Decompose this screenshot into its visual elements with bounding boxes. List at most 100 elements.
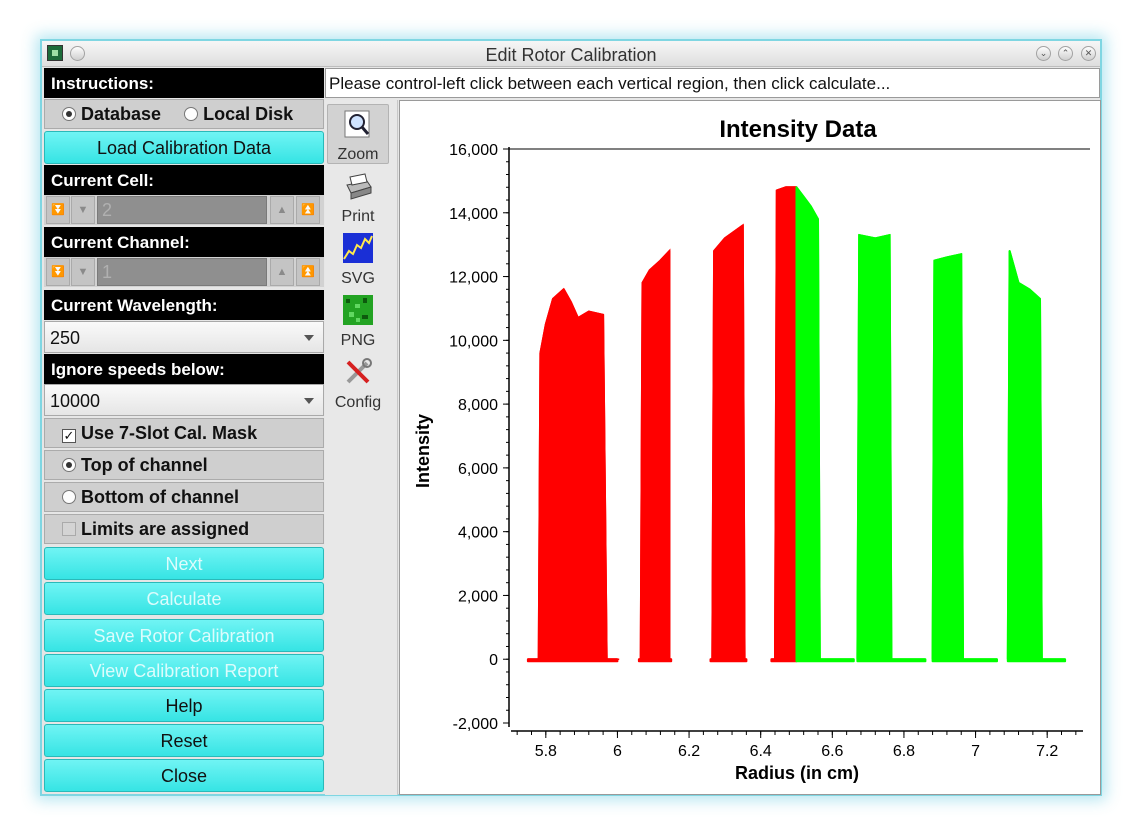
main-window: Edit Rotor Calibration ⌄ ⌃ ✕ Instruction…: [40, 39, 1102, 796]
local-disk-label: Local Disk: [203, 104, 294, 124]
title-bar: Edit Rotor Calibration ⌄ ⌃ ✕: [42, 41, 1100, 67]
chevron-down-icon: [304, 398, 314, 404]
top-of-channel-option[interactable]: Top of channel: [44, 450, 324, 480]
config-label: Config: [334, 394, 382, 411]
double-down-arrow-icon[interactable]: ⏬: [46, 196, 70, 224]
close-window-button[interactable]: ✕: [1081, 46, 1096, 61]
limits-assigned-checkbox: Limits are assigned: [44, 514, 324, 544]
x-tick-label: 6: [613, 743, 622, 760]
use-mask-checkbox[interactable]: ✓ Use 7-Slot Cal. Mask: [44, 418, 324, 448]
instructions-text: Please control-left click between each v…: [325, 68, 1100, 98]
load-calibration-button[interactable]: Load Calibration Data: [44, 131, 324, 164]
wavelength-select[interactable]: 250: [44, 321, 324, 353]
series-area: [1006, 250, 1067, 663]
close-button[interactable]: Close: [44, 759, 324, 792]
next-button[interactable]: Next: [44, 547, 324, 580]
print-label: Print: [341, 208, 375, 225]
bottom-of-channel-option[interactable]: Bottom of channel: [44, 482, 324, 512]
maximize-button[interactable]: ⌃: [1058, 46, 1073, 61]
x-tick-label: 7.2: [1036, 743, 1058, 760]
use-mask-label: Use 7-Slot Cal. Mask: [81, 423, 258, 443]
ignore-speeds-label: Ignore speeds below:: [44, 354, 324, 384]
radio-checked-icon[interactable]: [62, 107, 76, 121]
series-area: [637, 250, 673, 663]
chart-title: Intensity Data: [719, 116, 877, 143]
ignore-speeds-select[interactable]: 10000: [44, 384, 324, 416]
intensity-plot[interactable]: Intensity Data Radius (in cm) Intensity …: [399, 100, 1101, 795]
checkbox-checked-icon[interactable]: ✓: [62, 429, 76, 443]
x-tick-label: 6.2: [678, 743, 700, 760]
current-channel-counter: ⏬ ▼ 1 ▲ ⏫: [44, 257, 324, 287]
database-option[interactable]: Database: [62, 104, 166, 124]
y-axis-label: Intensity: [413, 414, 433, 488]
double-up-arrow-icon[interactable]: ⏫: [296, 258, 320, 286]
current-wavelength-label: Current Wavelength:: [44, 290, 324, 320]
save-rotor-calibration-button[interactable]: Save Rotor Calibration: [44, 619, 324, 652]
load-calibration-label: Load Calibration Data: [96, 138, 272, 158]
calculate-button[interactable]: Calculate: [44, 582, 324, 615]
y-tick-label: 4,000: [458, 525, 498, 542]
current-cell-counter: ⏬ ▼ 2 ▲ ⏫: [44, 195, 324, 225]
instructions-label: Instructions:: [44, 68, 324, 98]
bottom-of-channel-label: Bottom of channel: [81, 487, 240, 507]
current-channel-label: Current Channel:: [44, 227, 324, 257]
ignore-speeds-value: 10000: [50, 391, 101, 411]
current-channel-value[interactable]: 1: [97, 258, 267, 286]
zoom-label: Zoom: [337, 146, 379, 163]
double-down-arrow-icon[interactable]: ⏬: [46, 258, 70, 286]
window-title: Edit Rotor Calibration: [485, 45, 657, 65]
local-disk-option[interactable]: Local Disk: [184, 104, 293, 124]
checkbox-disabled-icon: [62, 522, 76, 536]
up-arrow-icon[interactable]: ▲: [270, 196, 294, 224]
y-tick-label: 10,000: [449, 333, 498, 350]
chevron-down-icon: [304, 335, 314, 341]
y-tick-label: 2,000: [458, 588, 498, 605]
x-tick-label: 6.6: [821, 743, 843, 760]
svg-export-icon: [343, 233, 373, 263]
png-tool[interactable]: PNG: [327, 291, 389, 351]
y-tick-label: 12,000: [449, 270, 498, 287]
x-tick-label: 6.8: [893, 743, 915, 760]
png-label: PNG: [340, 332, 376, 349]
zoom-icon: [344, 110, 370, 138]
x-tick-label: 6.4: [750, 743, 772, 760]
series-area: [795, 186, 855, 663]
down-arrow-icon[interactable]: ▼: [71, 196, 95, 224]
database-label: Database: [81, 104, 162, 124]
double-up-arrow-icon[interactable]: ⏫: [296, 196, 320, 224]
minimize-button[interactable]: ⌄: [1036, 46, 1051, 61]
top-of-channel-label: Top of channel: [81, 455, 208, 475]
limits-assigned-label: Limits are assigned: [81, 519, 250, 539]
x-tick-label: 7: [971, 743, 980, 760]
down-arrow-icon[interactable]: ▼: [71, 258, 95, 286]
radio-unchecked-icon[interactable]: [184, 107, 199, 121]
plot-toolbar: Zoom Print SVG PNG Config: [325, 100, 398, 795]
printer-icon: [346, 173, 372, 200]
zoom-tool[interactable]: Zoom: [327, 104, 389, 164]
y-tick-label: 0: [489, 652, 498, 669]
radio-unchecked-icon[interactable]: [62, 490, 76, 504]
wavelength-value: 250: [50, 328, 81, 348]
help-button[interactable]: Help: [44, 689, 324, 722]
reset-button[interactable]: Reset: [44, 724, 324, 757]
png-export-icon: [343, 295, 373, 325]
print-tool[interactable]: Print: [327, 167, 389, 227]
svg-label: SVG: [341, 270, 375, 287]
x-axis-label: Radius (in cm): [735, 763, 859, 783]
intensity-chart[interactable]: Intensity Data Radius (in cm) Intensity …: [400, 101, 1100, 794]
left-panel: Instructions: Database Local Disk Load C…: [44, 68, 324, 795]
y-tick-label: 6,000: [458, 461, 498, 478]
current-cell-label: Current Cell:: [44, 165, 324, 195]
y-tick-label: 16,000: [449, 142, 498, 159]
config-tool[interactable]: Config: [327, 353, 389, 413]
radio-checked-icon[interactable]: [62, 458, 76, 472]
view-calibration-report-button[interactable]: View Calibration Report: [44, 654, 324, 687]
up-arrow-icon[interactable]: ▲: [270, 258, 294, 286]
tools-icon: [346, 358, 372, 384]
data-series: [526, 186, 1067, 663]
svg-tool[interactable]: SVG: [327, 229, 389, 289]
y-tick-label: 8,000: [458, 397, 498, 414]
current-cell-value[interactable]: 2: [97, 196, 267, 224]
y-tick-label: 14,000: [449, 206, 498, 223]
series-area: [931, 253, 998, 663]
